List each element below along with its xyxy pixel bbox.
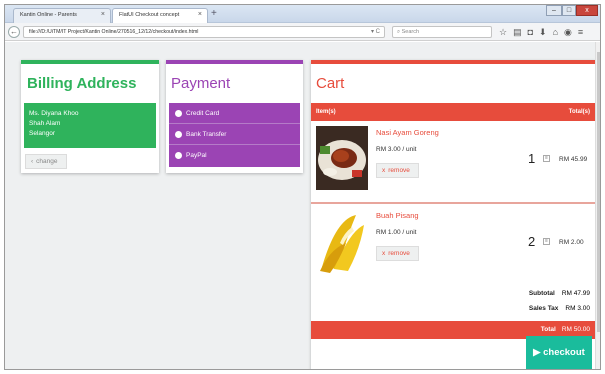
reading-list-icon[interactable]: ▤: [513, 25, 522, 39]
search-placeholder: Search: [401, 29, 420, 35]
addon-icon[interactable]: ◉: [564, 25, 572, 39]
payment-title: Payment: [171, 75, 231, 92]
checkout-button[interactable]: ▶ checkout: [526, 336, 592, 369]
scrollbar-thumb[interactable]: [597, 52, 600, 332]
item-name: Nasi Ayam Goreng: [376, 128, 439, 137]
new-tab-button[interactable]: +: [211, 8, 217, 20]
quantity-edit-icon[interactable]: ≡: [543, 155, 550, 162]
minimize-button[interactable]: –: [546, 5, 562, 16]
maximize-button[interactable]: □: [562, 5, 576, 16]
bookmark-star-icon[interactable]: ☆: [499, 25, 507, 39]
subtotal-row: Subtotal RM 47.99: [529, 290, 590, 297]
item-price: RM 1.00 / unit: [376, 229, 417, 236]
search-input[interactable]: ⌕ Search: [392, 26, 492, 38]
payment-option-label: Credit Card: [186, 109, 220, 117]
back-button[interactable]: ←: [8, 26, 20, 38]
nasi-ayam-goreng-image: [316, 126, 368, 190]
item-name: Buah Pisang: [376, 211, 419, 220]
play-icon: ▶: [533, 347, 541, 358]
items-header: Item(s): [316, 109, 336, 115]
item-total: RM 45.99: [559, 156, 588, 163]
total-label: Total: [540, 326, 556, 333]
cart-header: Item(s) Total(s): [311, 103, 595, 121]
payment-option-credit-card[interactable]: Credit Card: [169, 103, 300, 124]
billing-address-box: Ms. Diyana Khoo Shah Alam Selangor: [24, 103, 156, 148]
remove-item-button[interactable]: x remove: [376, 163, 419, 178]
tab-label: Kantin Online - Parents: [20, 12, 77, 18]
subtotal-value: RM 47.99: [561, 290, 590, 297]
reload-icon[interactable]: ▾ C: [371, 27, 380, 37]
payment-option-paypal[interactable]: PayPal: [169, 145, 300, 166]
downloads-icon[interactable]: ⬇: [539, 25, 547, 39]
close-tab-icon[interactable]: ×: [198, 11, 202, 18]
item-total: RM 2.00: [559, 239, 584, 246]
remove-icon: x: [382, 250, 386, 257]
payment-options: Credit Card Bank Transfer PayPal: [169, 103, 300, 167]
address-line: Shah Alam: [29, 120, 61, 127]
cart-summary: Subtotal RM 47.99 Sales Tax RM 3.00: [311, 286, 595, 321]
remove-label: remove: [388, 167, 410, 174]
billing-title: Billing Address: [27, 75, 137, 92]
cart-item: Buah Pisang RM 1.00 / unit x remove 2 ≡ R…: [311, 204, 595, 286]
total-value: RM 50.00: [561, 326, 590, 333]
page-content: Billing Address Ms. Diyana Khoo Shah Ala…: [5, 42, 600, 369]
payment-option-label: PayPal: [186, 152, 207, 159]
billing-panel: Billing Address Ms. Diyana Khoo Shah Ala…: [21, 60, 159, 173]
item-quantity[interactable]: 2: [528, 234, 535, 249]
url-bar[interactable]: file:///D:/UiTM/IT Project/Kantin Online…: [23, 26, 385, 38]
change-label: change: [36, 158, 58, 165]
cart-title: Cart: [316, 75, 345, 92]
chevron-left-icon: ‹: [31, 158, 34, 165]
home-icon[interactable]: ⌂: [553, 25, 558, 39]
remove-label: remove: [388, 250, 410, 257]
payment-panel: Payment Credit Card Bank Transfer PayPal: [166, 60, 303, 173]
pocket-icon[interactable]: ◘: [528, 25, 533, 39]
sales-tax-value: RM 3.00: [565, 305, 590, 312]
toolbar-icons: ☆ ▤ ◘ ⬇ ⌂ ◉ ≡: [499, 25, 583, 39]
radio-icon[interactable]: [175, 109, 182, 117]
tab-checkout[interactable]: FlatUI Checkout concept ×: [112, 8, 208, 23]
address-line: Ms. Diyana Khoo: [29, 110, 79, 117]
quantity-edit-icon[interactable]: ≡: [543, 238, 550, 245]
item-quantity[interactable]: 1: [528, 151, 535, 166]
subtotal-label: Subtotal: [528, 290, 555, 297]
item-price: RM 3.00 / unit: [376, 146, 417, 153]
url-text: file:///D:/UiTM/IT Project/Kantin Online…: [29, 29, 199, 35]
scrollbar[interactable]: [595, 42, 600, 369]
radio-icon[interactable]: [175, 152, 182, 159]
payment-option-bank-transfer[interactable]: Bank Transfer: [169, 124, 300, 145]
navigation-bar: ← file:///D:/UiTM/IT Project/Kantin Onli…: [5, 23, 600, 41]
close-window-button[interactable]: x: [576, 5, 598, 16]
payment-option-label: Bank Transfer: [186, 130, 227, 138]
buah-pisang-image: [316, 209, 368, 273]
address-line: Selangor: [29, 130, 56, 137]
remove-item-button[interactable]: x remove: [376, 246, 419, 261]
change-address-button[interactable]: ‹ change: [25, 154, 67, 169]
cart-panel: Cart Item(s) Total(s) Nasi Ayam Goreng R…: [311, 60, 595, 369]
cart-item: Nasi Ayam Goreng RM 3.00 / unit x remove …: [311, 121, 595, 204]
browser-window: Kantin Online - Parents × FlatUI Checkou…: [4, 4, 601, 370]
tab-bar: Kantin Online - Parents × FlatUI Checkou…: [5, 5, 600, 23]
close-tab-icon[interactable]: ×: [101, 11, 105, 18]
sales-tax-label: Sales Tax: [528, 305, 559, 312]
tab-label: FlatUI Checkout concept: [119, 12, 180, 18]
sales-tax-row: Sales Tax RM 3.00: [529, 305, 590, 312]
checkout-label: checkout: [543, 347, 585, 358]
menu-icon[interactable]: ≡: [578, 25, 583, 39]
remove-icon: x: [382, 167, 386, 174]
tab-kantin-parents[interactable]: Kantin Online - Parents ×: [13, 8, 111, 23]
radio-icon[interactable]: [175, 130, 182, 138]
totals-header: Total(s): [568, 109, 590, 115]
